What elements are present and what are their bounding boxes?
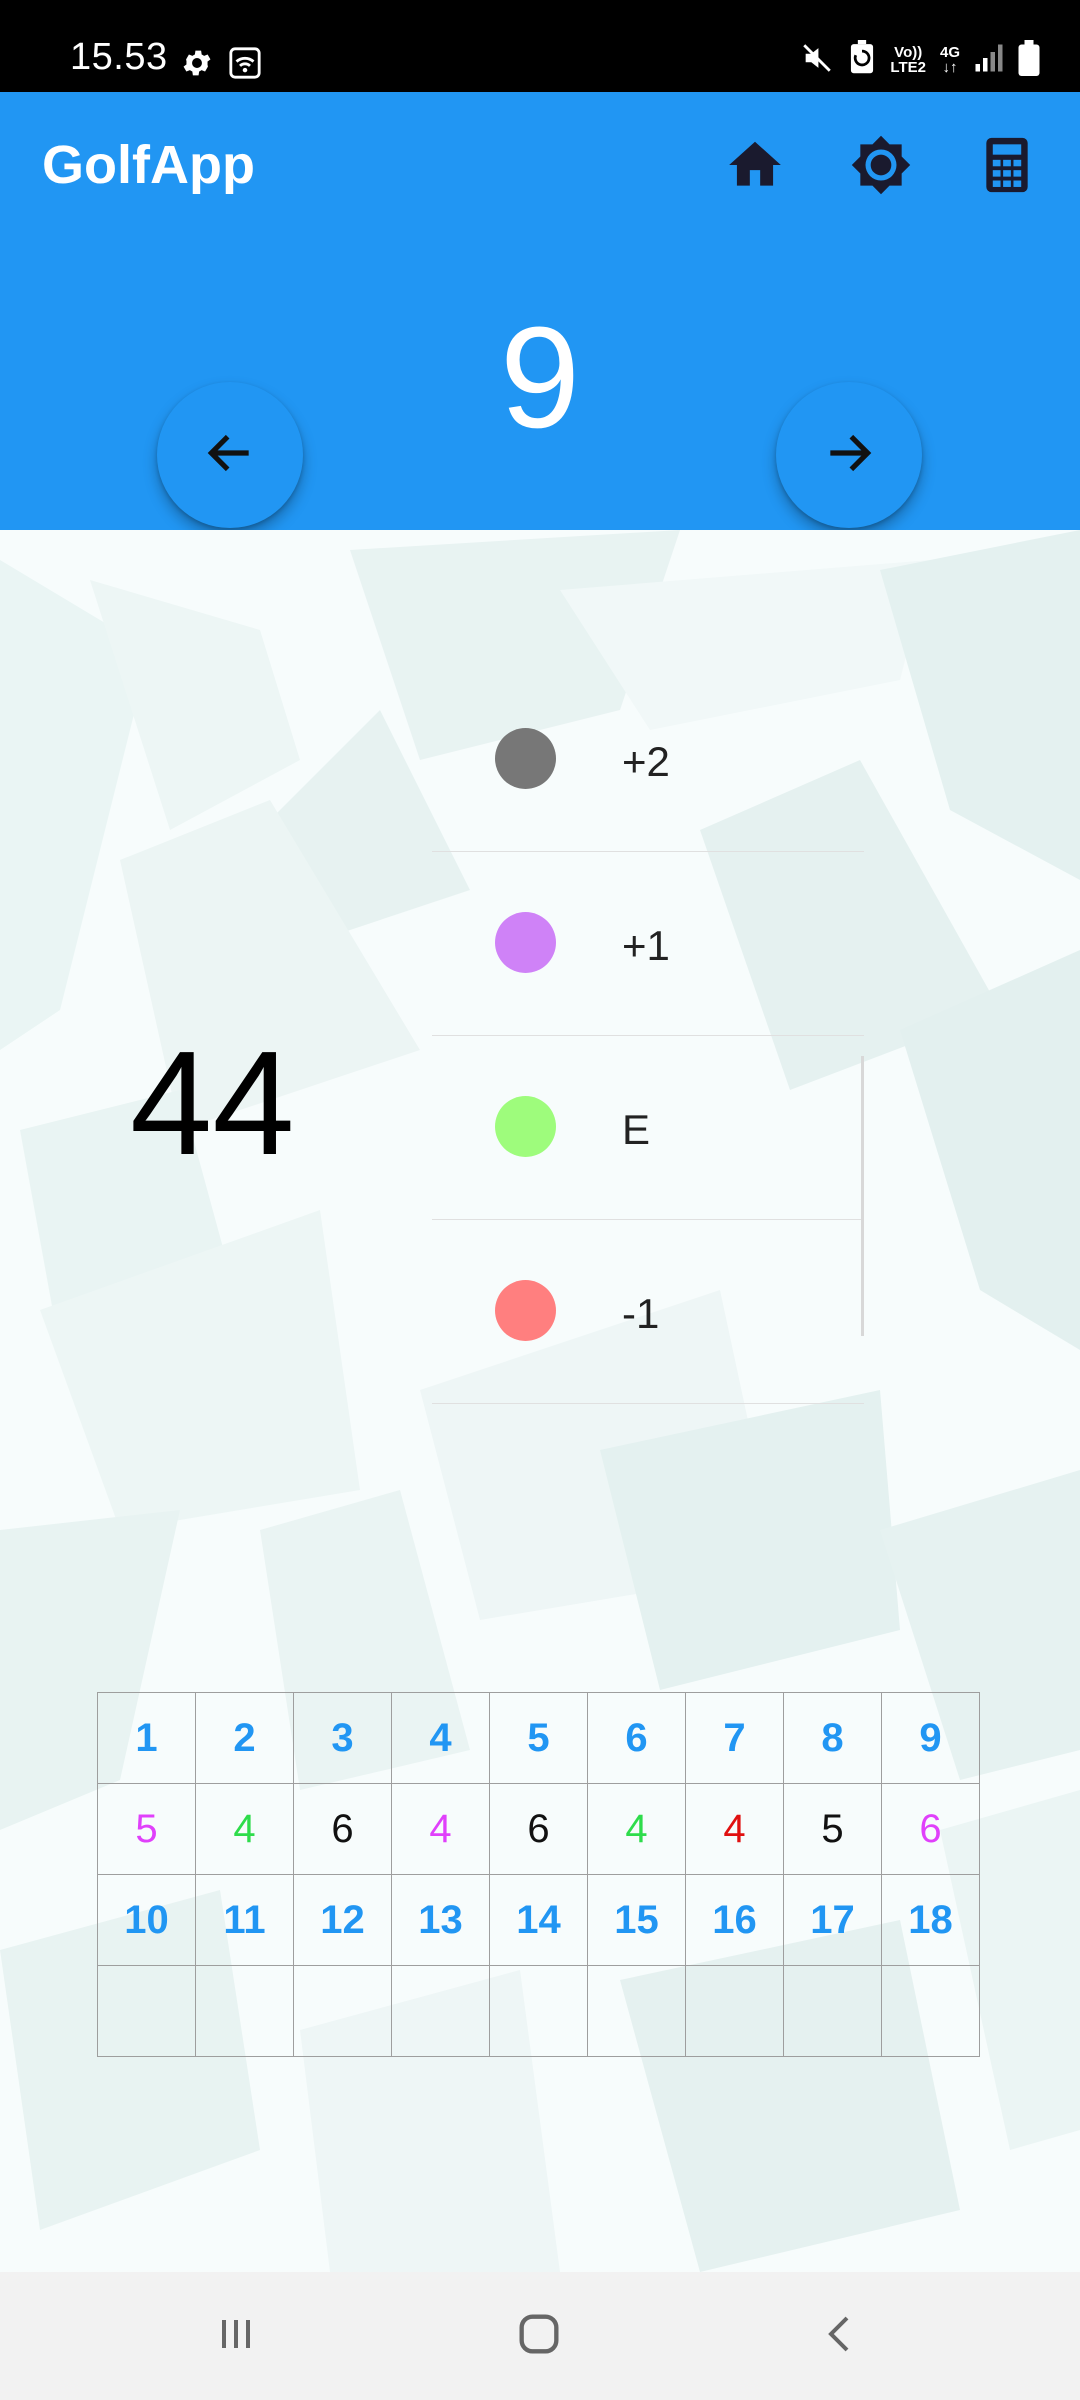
hole-cell[interactable]: 5 (489, 1692, 588, 1784)
score-option-label: E (622, 1106, 651, 1153)
score-cell[interactable]: 4 (685, 1783, 784, 1875)
status-right-icons: Vo)) LTE2 4G ↓↑ (800, 40, 1040, 81)
next-hole-button[interactable] (776, 382, 922, 528)
status-left-icons (180, 46, 262, 85)
score-cell[interactable]: 5 (97, 1783, 196, 1875)
battery-icon (1018, 40, 1040, 81)
score-cell[interactable] (587, 1965, 686, 2057)
score-cell[interactable] (293, 1965, 392, 2057)
recents-icon (212, 2310, 260, 2363)
hole-cell[interactable]: 11 (195, 1874, 294, 1966)
signal-icon (974, 43, 1004, 78)
score-option-label: +1 (622, 922, 670, 969)
back-icon (817, 2310, 865, 2363)
hole-cell[interactable]: 17 (783, 1874, 882, 1966)
gear-icon (180, 46, 214, 85)
front-nine-holes-row: 1 2 3 4 5 6 7 8 9 (97, 1692, 980, 1784)
home-circle-icon (513, 2308, 565, 2365)
network-line2: LTE2 (890, 58, 926, 76)
hole-cell[interactable]: 3 (293, 1692, 392, 1784)
score-option-even[interactable]: E (432, 1036, 864, 1220)
scorecard-table: 1 2 3 4 5 6 7 8 9 5 4 6 4 6 4 4 5 6 10 1… (97, 1692, 980, 2057)
wifi-hotspot-icon (228, 46, 262, 85)
score-cell[interactable]: 6 (881, 1783, 980, 1875)
calculator-button[interactable] (970, 130, 1044, 204)
hole-cell[interactable]: 8 (783, 1692, 882, 1784)
score-cell[interactable]: 4 (195, 1783, 294, 1875)
hole-cell[interactable]: 18 (881, 1874, 980, 1966)
system-back-button[interactable] (806, 2306, 876, 2366)
score-cell[interactable]: 4 (587, 1783, 686, 1875)
score-option-minus-1[interactable]: -1 (432, 1220, 864, 1404)
score-cell[interactable] (685, 1965, 784, 2057)
status-time: 15.53 (70, 36, 168, 78)
hole-cell[interactable]: 16 (685, 1874, 784, 1966)
score-option-plus-2[interactable]: +2 (432, 668, 864, 852)
score-color-dot (495, 912, 556, 973)
score-cell[interactable] (195, 1965, 294, 2057)
hole-cell[interactable]: 7 (685, 1692, 784, 1784)
score-list-scrollbar[interactable] (861, 1056, 864, 1336)
score-cell[interactable]: 6 (293, 1783, 392, 1875)
brightness-button[interactable] (844, 130, 918, 204)
app-title: GolfApp (42, 135, 255, 195)
status-bar: 15.53 Vo)) LTE2 4G ↓↑ (0, 0, 1080, 92)
score-color-dot (495, 728, 556, 789)
data-arrows-icon: ↓↑ (942, 58, 958, 76)
total-score: 44 (130, 1021, 295, 1186)
hole-cell[interactable]: 6 (587, 1692, 686, 1784)
score-color-dot (495, 1096, 556, 1157)
calculator-icon (976, 134, 1038, 201)
score-cell[interactable]: 4 (391, 1783, 490, 1875)
arrow-left-icon (202, 425, 258, 486)
home-button[interactable] (718, 130, 792, 204)
previous-hole-button[interactable] (157, 382, 303, 528)
score-option-list: +2 +1 E -1 (432, 668, 864, 1404)
home-icon (724, 134, 786, 201)
score-cell[interactable] (391, 1965, 490, 2057)
score-option-plus-1[interactable]: +1 (432, 852, 864, 1036)
hole-cell[interactable]: 14 (489, 1874, 588, 1966)
main-content: 44 +2 +1 E -1 1 2 3 4 5 6 7 8 9 5 4 6 4 … (0, 530, 1080, 2272)
score-option-label: +2 (622, 738, 670, 785)
battery-saver-icon (848, 40, 876, 81)
front-nine-scores-row: 5 4 6 4 6 4 4 5 6 (97, 1783, 980, 1875)
arrow-right-icon (821, 425, 877, 486)
recents-button[interactable] (201, 2306, 271, 2366)
score-cell[interactable]: 5 (783, 1783, 882, 1875)
hole-cell[interactable]: 12 (293, 1874, 392, 1966)
score-cell[interactable] (97, 1965, 196, 2057)
score-cell[interactable] (489, 1965, 588, 2057)
network-type: Vo)) LTE2 (890, 45, 926, 76)
score-cell[interactable] (881, 1965, 980, 2057)
hole-cell[interactable]: 1 (97, 1692, 196, 1784)
score-cell[interactable]: 6 (489, 1783, 588, 1875)
hole-cell[interactable]: 2 (195, 1692, 294, 1784)
hole-cell[interactable]: 10 (97, 1874, 196, 1966)
data-indicator: 4G ↓↑ (940, 45, 960, 76)
hole-cell[interactable]: 4 (391, 1692, 490, 1784)
hole-cell[interactable]: 15 (587, 1874, 686, 1966)
score-color-dot (495, 1280, 556, 1341)
hole-cell[interactable]: 9 (881, 1692, 980, 1784)
system-home-button[interactable] (504, 2306, 574, 2366)
score-option-label: -1 (622, 1290, 660, 1337)
back-nine-holes-row: 10 11 12 13 14 15 16 17 18 (97, 1874, 980, 1966)
brightness-icon (850, 134, 912, 201)
back-nine-scores-row (97, 1965, 980, 2057)
mute-icon (800, 41, 834, 80)
score-cell[interactable] (783, 1965, 882, 2057)
system-navigation-bar (0, 2272, 1080, 2400)
app-bar: GolfApp 9 (0, 92, 1080, 530)
hole-cell[interactable]: 13 (391, 1874, 490, 1966)
